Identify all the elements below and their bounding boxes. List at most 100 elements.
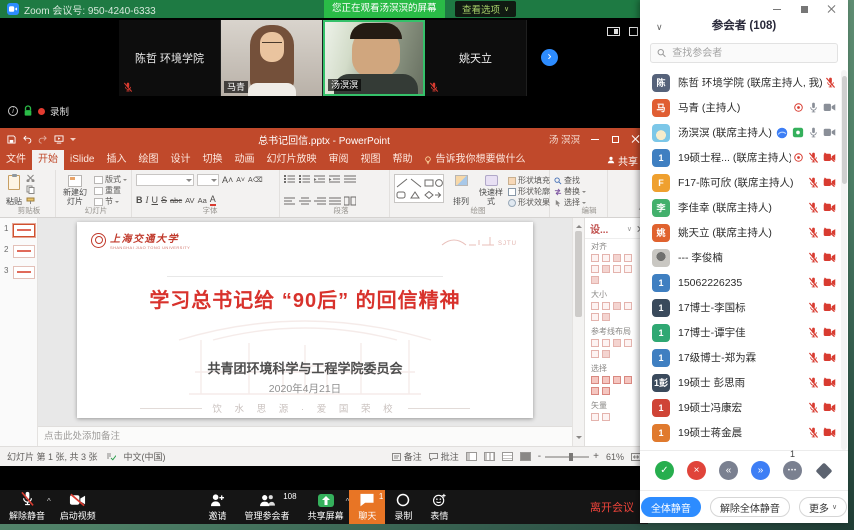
- participant-row[interactable]: FF17-陈可欣 (联席主持人): [640, 170, 840, 195]
- slide[interactable]: 上海交通大学 SHANGHAI JIAO TONG UNIVERSITY SJT…: [77, 222, 533, 418]
- video-tile[interactable]: 陈哲 环境学院: [119, 20, 221, 96]
- notes-input[interactable]: 点击此处添加备注: [38, 426, 572, 446]
- slide-thumbnail[interactable]: 2: [4, 245, 37, 258]
- islide-tool-icon[interactable]: [591, 313, 599, 321]
- reaction-more-button[interactable]: 1•••: [783, 461, 802, 480]
- islide-tool-icon[interactable]: [591, 376, 599, 384]
- slideshow-view-button[interactable]: [520, 452, 531, 461]
- format-painter-icon[interactable]: [26, 197, 35, 205]
- reset-button[interactable]: 重置: [94, 185, 127, 196]
- slide-thumbnail[interactable]: 1: [4, 224, 37, 237]
- participant-row[interactable]: 119硕士程... (联席主持人): [640, 145, 840, 170]
- participant-row[interactable]: 119硕士冯康宏: [640, 395, 840, 420]
- tab-iSlide[interactable]: iSlide: [64, 150, 100, 170]
- participant-row[interactable]: --- 李俊楠: [640, 245, 840, 270]
- islide-tool-icon[interactable]: [602, 339, 610, 347]
- islide-tool-icon[interactable]: [602, 302, 610, 310]
- tab-审阅[interactable]: 审阅: [322, 150, 354, 170]
- decrease-font-icon[interactable]: A˅: [236, 177, 245, 184]
- quick-styles-button[interactable]: 快速样式: [478, 173, 504, 206]
- bullets-button[interactable]: [284, 174, 296, 184]
- scrollbar-thumb[interactable]: [842, 76, 847, 184]
- slide-scrollbar[interactable]: [572, 218, 584, 446]
- islide-tool-icon[interactable]: [591, 276, 599, 284]
- tab-帮助[interactable]: 帮助: [386, 150, 418, 170]
- zoom-slider[interactable]: [545, 456, 589, 458]
- chevron-down-icon[interactable]: ∨: [627, 225, 632, 233]
- customize-qat-icon[interactable]: [70, 138, 76, 144]
- video-tile[interactable]: 马青: [221, 20, 323, 96]
- shapes-gallery[interactable]: [394, 174, 444, 203]
- toolbar-button-camera-muted[interactable]: 启动视频: [51, 490, 105, 524]
- zoom-percentage[interactable]: 61%: [606, 452, 624, 462]
- zoom-in-button[interactable]: +: [593, 451, 599, 462]
- toolbar-button-record[interactable]: 录制: [385, 490, 421, 524]
- slide-thumbnail[interactable]: 3: [4, 266, 37, 279]
- islide-tool-icon[interactable]: [624, 302, 632, 310]
- font-name-select[interactable]: [136, 174, 194, 186]
- islide-tool-icon[interactable]: [624, 339, 632, 347]
- participant-row[interactable]: 汤溟溟 (联席主持人): [640, 120, 840, 145]
- participant-row[interactable]: 陈陈哲 环境学院 (联席主持人, 我): [640, 70, 840, 95]
- reaction-go-slower-button[interactable]: «: [719, 461, 738, 480]
- islide-tool-icon[interactable]: [602, 387, 610, 395]
- toolbar-button-mic-muted[interactable]: 解除静音: [0, 490, 54, 524]
- comments-toggle[interactable]: 批注: [429, 450, 459, 463]
- layout-button[interactable]: 版式: [94, 174, 127, 185]
- unmute-all-button[interactable]: 解除全体静音: [710, 497, 790, 517]
- ppt-close-button[interactable]: [630, 134, 640, 144]
- participant-row[interactable]: 117级博士-郑为霖: [640, 345, 840, 370]
- reaction-yes-button[interactable]: ✓: [655, 461, 674, 480]
- video-tile[interactable]: 汤溟溟: [323, 20, 425, 96]
- participant-row[interactable]: 马马青 (主持人): [640, 95, 840, 120]
- zoom-out-button[interactable]: -: [538, 451, 541, 462]
- undo-icon[interactable]: [22, 135, 32, 144]
- toolbar-button-chat[interactable]: 聊天1: [349, 490, 385, 524]
- language-label[interactable]: 中文(中国): [124, 450, 166, 463]
- scroll-up-icon[interactable]: [576, 222, 582, 228]
- panel-maximize-button[interactable]: [799, 4, 809, 14]
- increase-indent-button[interactable]: [329, 174, 341, 184]
- paste-button[interactable]: 粘贴: [6, 173, 22, 206]
- islide-tool-icon[interactable]: [602, 254, 610, 262]
- font-size-select[interactable]: [197, 174, 219, 186]
- new-slide-button[interactable]: 新建幻灯片: [60, 173, 90, 206]
- ppt-maximize-button[interactable]: [610, 134, 620, 144]
- scroll-down-icon[interactable]: [576, 436, 582, 442]
- spellcheck-icon[interactable]: [106, 452, 116, 461]
- tab-绘图[interactable]: 绘图: [132, 150, 164, 170]
- islide-tool-icon[interactable]: [602, 376, 610, 384]
- islide-tool-icon[interactable]: [591, 350, 599, 358]
- reaction-hand-button[interactable]: [815, 462, 833, 480]
- participant-row[interactable]: 119硕士蒋金晨: [640, 420, 840, 445]
- tab-幻灯片放映[interactable]: 幻灯片放映: [260, 150, 322, 170]
- search-input[interactable]: [670, 47, 831, 60]
- tab-插入[interactable]: 插入: [100, 150, 132, 170]
- shape-fill-button[interactable]: 形状填充: [508, 175, 550, 186]
- tab-切换[interactable]: 切换: [196, 150, 228, 170]
- reaction-no-button[interactable]: ×: [687, 461, 706, 480]
- participant-row[interactable]: 117博士-谭宇佳: [640, 320, 840, 345]
- numbering-button[interactable]: [299, 174, 311, 184]
- toolbar-button-invite[interactable]: 邀请: [200, 490, 236, 524]
- participant-row[interactable]: 115062226235: [640, 270, 840, 295]
- decrease-indent-button[interactable]: [314, 174, 326, 184]
- islide-tool-icon[interactable]: [624, 254, 632, 262]
- reading-view-button[interactable]: [502, 452, 513, 461]
- fullscreen-icon[interactable]: [629, 27, 638, 36]
- islide-tool-icon[interactable]: [591, 413, 599, 421]
- gallery-view-icon[interactable]: [607, 27, 620, 36]
- info-icon[interactable]: i: [8, 106, 18, 116]
- tab-文件[interactable]: 文件: [0, 150, 32, 170]
- participant-row[interactable]: 李李佳幸 (联席主持人): [640, 195, 840, 220]
- clear-formatting-icon[interactable]: A⌫: [248, 176, 263, 184]
- arrange-button[interactable]: 排列: [448, 173, 474, 206]
- islide-tool-icon[interactable]: [613, 339, 621, 347]
- participant-row[interactable]: 姚姚天立 (联席主持人): [640, 220, 840, 245]
- islide-tool-icon[interactable]: [602, 265, 610, 273]
- islide-tool-icon[interactable]: [613, 376, 621, 384]
- view-options-button[interactable]: 查看选项 ∨: [455, 1, 516, 17]
- islide-tool-icon[interactable]: [624, 376, 632, 384]
- shape-outline-button[interactable]: 形状轮廓: [508, 186, 550, 197]
- islide-tool-icon[interactable]: [602, 413, 610, 421]
